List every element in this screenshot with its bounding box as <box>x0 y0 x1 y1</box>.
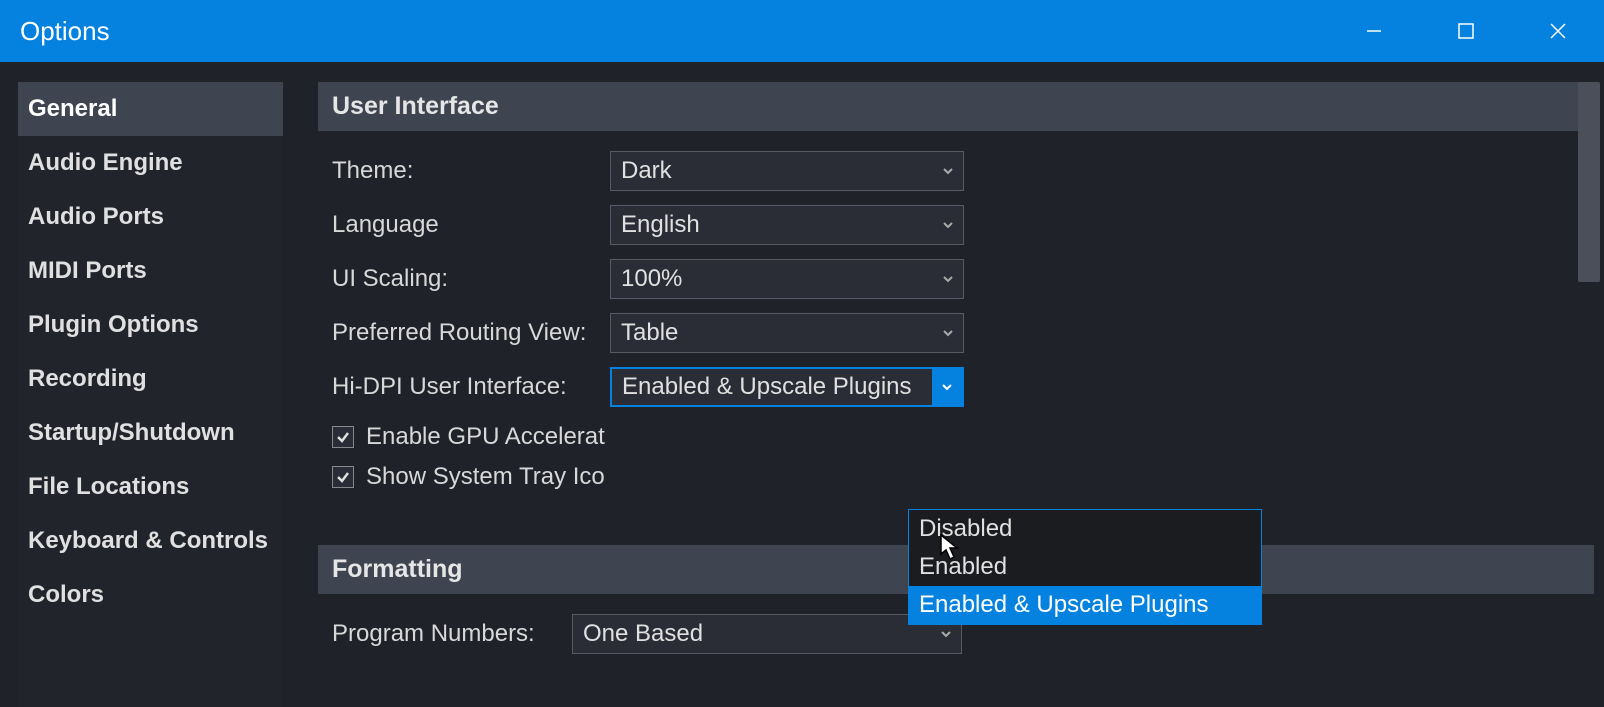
dropdown-scaling-value: 100% <box>621 265 682 293</box>
sidebar-item-audio-ports[interactable]: Audio Ports <box>18 190 283 244</box>
scrollbar[interactable] <box>1578 82 1600 282</box>
label-scaling: UI Scaling: <box>332 265 610 293</box>
close-button[interactable] <box>1512 0 1604 62</box>
chevron-down-icon <box>933 152 963 190</box>
window-controls <box>1328 0 1604 62</box>
sidebar-item-plugin-options[interactable]: Plugin Options <box>18 298 283 352</box>
dropdown-option-disabled[interactable]: Disabled <box>909 510 1261 548</box>
dropdown-scaling[interactable]: 100% <box>610 259 964 299</box>
sidebar-item-recording[interactable]: Recording <box>18 352 283 406</box>
sidebar-item-midi-ports[interactable]: MIDI Ports <box>18 244 283 298</box>
dropdown-program-numbers[interactable]: One Based <box>572 614 962 654</box>
dropdown-routing-view-value: Table <box>621 319 678 347</box>
dropdown-program-numbers-value: One Based <box>583 620 703 648</box>
chevron-down-icon <box>933 314 963 352</box>
dropdown-hidpi[interactable]: Enabled & Upscale Plugins <box>610 367 964 407</box>
dropdown-option-enabled-upscale[interactable]: Enabled & Upscale Plugins <box>909 586 1261 624</box>
title-bar: Options <box>0 0 1604 62</box>
maximize-button[interactable] <box>1420 0 1512 62</box>
row-theme: Theme: Dark <box>332 151 1594 191</box>
label-language: Language <box>332 211 610 239</box>
sidebar-item-general[interactable]: General <box>18 82 283 136</box>
row-tray-icon: Show System Tray Ico <box>332 461 1594 493</box>
row-scaling: UI Scaling: 100% <box>332 259 1594 299</box>
dropdown-theme[interactable]: Dark <box>610 151 964 191</box>
row-gpu-accel: Enable GPU Accelerat <box>332 421 1594 453</box>
section-body-ui: Theme: Dark Language English UI Scaling:… <box>318 131 1594 521</box>
content-area: General Audio Engine Audio Ports MIDI Po… <box>0 62 1604 707</box>
dropdown-theme-value: Dark <box>621 157 672 185</box>
dropdown-language[interactable]: English <box>610 205 964 245</box>
row-routing-view: Preferred Routing View: Table <box>332 313 1594 353</box>
sidebar-item-file-locations[interactable]: File Locations <box>18 460 283 514</box>
row-hidpi: Hi-DPI User Interface: Enabled & Upscale… <box>332 367 1594 407</box>
main-panel: User Interface Theme: Dark Language Engl… <box>283 82 1594 707</box>
sidebar-item-colors[interactable]: Colors <box>18 568 283 622</box>
sidebar-item-audio-engine[interactable]: Audio Engine <box>18 136 283 190</box>
label-gpu-accel: Enable GPU Accelerat <box>366 423 605 451</box>
sidebar-item-startup-shutdown[interactable]: Startup/Shutdown <box>18 406 283 460</box>
chevron-down-icon <box>933 206 963 244</box>
label-program-numbers: Program Numbers: <box>332 620 572 648</box>
sidebar: General Audio Engine Audio Ports MIDI Po… <box>18 82 283 707</box>
label-theme: Theme: <box>332 157 610 185</box>
chevron-down-icon <box>932 369 962 405</box>
chevron-down-icon <box>933 260 963 298</box>
checkbox-gpu-accel[interactable] <box>332 426 354 448</box>
dropdown-routing-view[interactable]: Table <box>610 313 964 353</box>
dropdown-language-value: English <box>621 211 700 239</box>
checkbox-tray-icon[interactable] <box>332 466 354 488</box>
window-title: Options <box>20 16 110 47</box>
section-header-ui: User Interface <box>318 82 1594 131</box>
dropdown-option-enabled[interactable]: Enabled <box>909 548 1261 586</box>
label-tray-icon: Show System Tray Ico <box>366 463 605 491</box>
row-language: Language English <box>332 205 1594 245</box>
label-routing-view: Preferred Routing View: <box>332 319 610 347</box>
label-hidpi: Hi-DPI User Interface: <box>332 373 610 401</box>
sidebar-item-keyboard-controls[interactable]: Keyboard & Controls <box>18 514 283 568</box>
dropdown-list-hidpi: Disabled Enabled Enabled & Upscale Plugi… <box>908 509 1262 625</box>
dropdown-hidpi-value: Enabled & Upscale Plugins <box>622 373 912 401</box>
minimize-button[interactable] <box>1328 0 1420 62</box>
